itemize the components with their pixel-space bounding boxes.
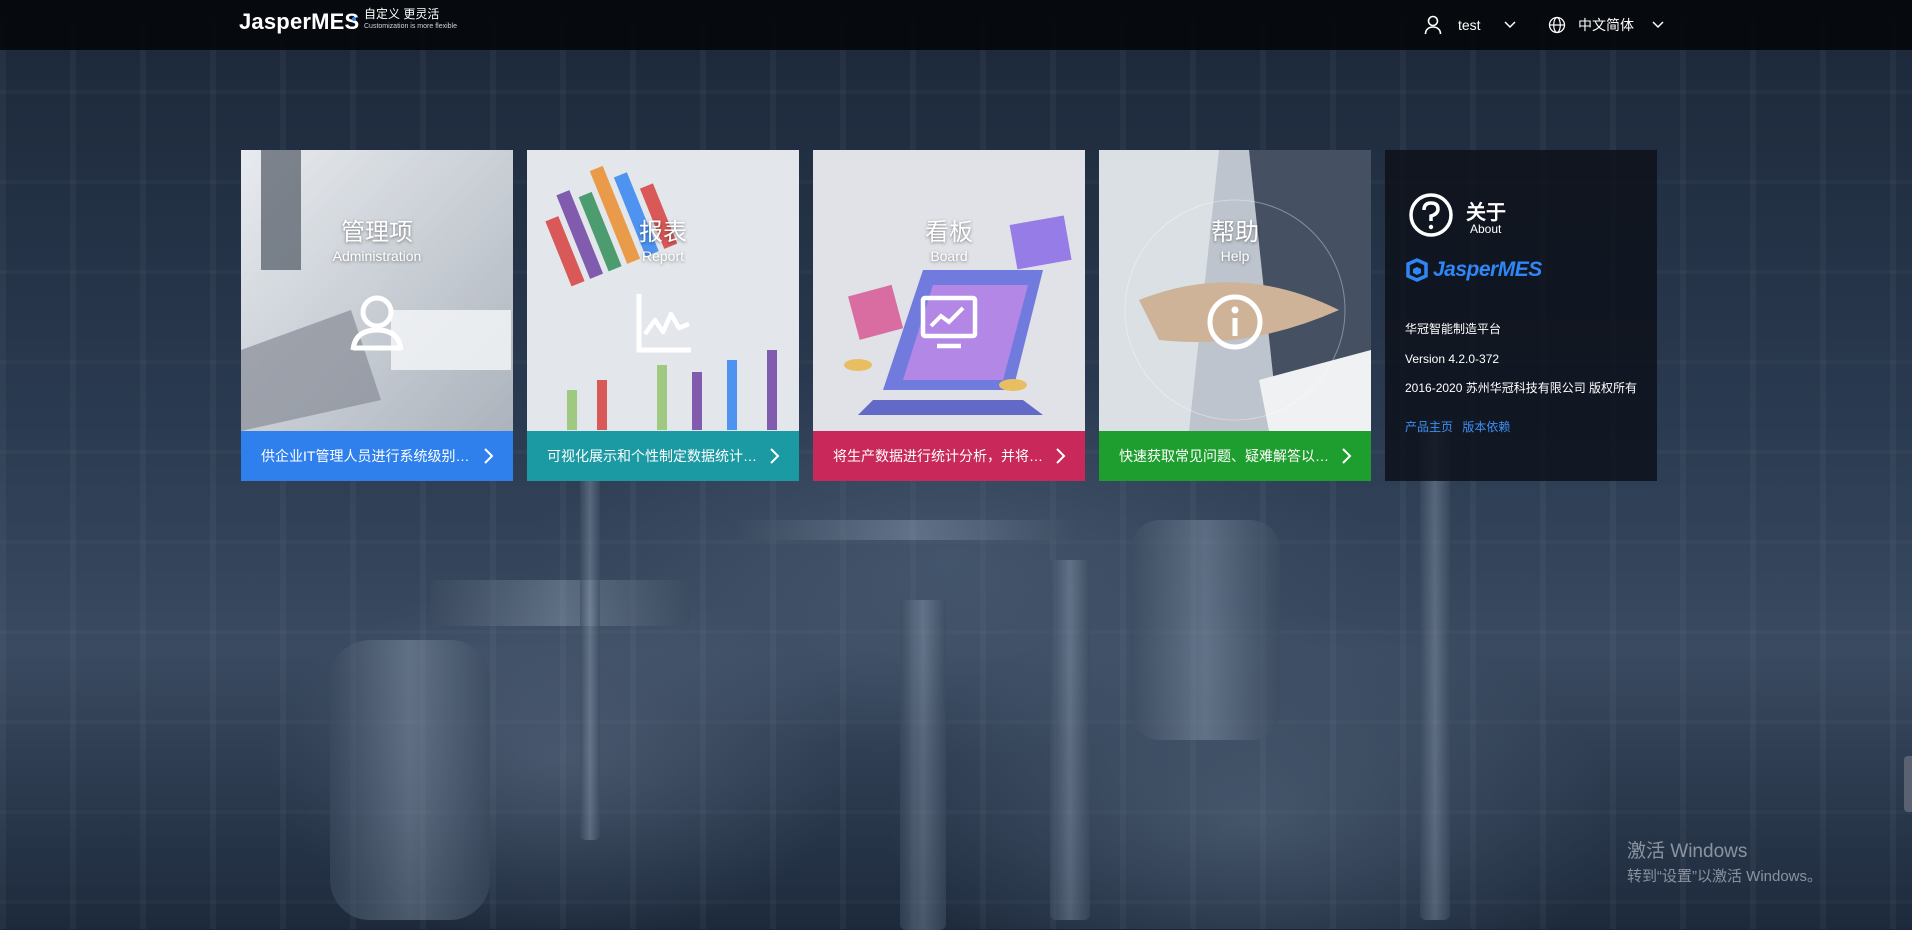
chevron-right-icon [1056, 448, 1066, 464]
tagline-sub: Customization is more flexible [364, 23, 457, 30]
activation-title: 激活 Windows [1627, 841, 1748, 862]
report-card[interactable]: 报表 Report 可视化展示和个性制定数据统计… [527, 150, 799, 481]
chevron-right-icon [1342, 448, 1352, 464]
chevron-right-icon [770, 448, 780, 464]
about-links: 产品主页 版本依赖 [1405, 418, 1516, 435]
admin-card-description: 供企业IT管理人员进行系统级别管理 [261, 448, 471, 464]
user-icon [1424, 15, 1442, 35]
logo-dot [352, 17, 356, 21]
user-menu[interactable]: test [1424, 12, 1516, 38]
monitor-chart-icon [920, 295, 978, 349]
product-home-link[interactable]: 产品主页 [1405, 420, 1453, 434]
board-card-description: 将生产数据进行统计分析，并将… [833, 448, 1043, 464]
activation-message: 转到“设置”以激活 Windows。 [1627, 868, 1823, 885]
board-card-bar[interactable]: 将生产数据进行统计分析，并将… [813, 431, 1085, 481]
question-icon [1409, 193, 1453, 237]
admin-card-subtitle: Administration [332, 248, 422, 264]
chevron-down-icon [1504, 21, 1516, 29]
version-deps-link[interactable]: 版本依赖 [1462, 420, 1510, 434]
copyright-text: 2016-2020 苏州华冠科技有限公司 版权所有 [1405, 381, 1638, 395]
report-card-bar[interactable]: 可视化展示和个性制定数据统计… [527, 431, 799, 481]
report-card-subtitle: Report [641, 248, 685, 264]
about-title: 关于 [1466, 202, 1506, 224]
windows-activation-notice: 激活 Windows 转到“设置”以激活 Windows。 [1627, 836, 1822, 886]
report-card-title: 报表 [639, 219, 687, 246]
user-name: test [1458, 17, 1481, 33]
board-card-subtitle: Board [930, 248, 968, 264]
brand-logo: JasperMES [1405, 258, 1542, 282]
help-card[interactable]: 帮助 Help 快速获取常见问题、疑难解答以… [1099, 150, 1371, 481]
board-card-title: 看板 [925, 219, 973, 246]
globe-icon [1548, 16, 1566, 34]
help-card-title: 帮助 [1211, 219, 1259, 246]
brand-name: JasperMES [1433, 258, 1542, 281]
language-menu[interactable]: 中文简体 [1548, 12, 1664, 38]
logo[interactable]: JasperMES [239, 9, 359, 35]
chart-line-icon [636, 294, 691, 353]
help-card-description: 快速获取常见问题、疑难解答以… [1119, 448, 1329, 464]
side-handle[interactable] [1904, 756, 1912, 812]
admin-card-bar[interactable]: 供企业IT管理人员进行系统级别管理 [241, 431, 513, 481]
info-icon [1207, 294, 1263, 350]
about-subtitle: About [1470, 222, 1502, 236]
user-icon [350, 295, 404, 351]
report-card-description: 可视化展示和个性制定数据统计… [547, 448, 757, 464]
help-card-bar[interactable]: 快速获取常见问题、疑难解答以… [1099, 431, 1371, 481]
chevron-right-icon [484, 448, 494, 464]
about-panel: 关于 About JasperMES 华冠智能制造平台 Version 4.2.… [1385, 150, 1657, 481]
tagline: 自定义 更灵活 [364, 7, 440, 21]
top-bar: JasperMES 自定义 更灵活 Customization is more … [0, 0, 1912, 50]
platform-name: 华冠智能制造平台 [1405, 322, 1502, 336]
chevron-down-icon [1652, 21, 1664, 29]
help-card-subtitle: Help [1220, 248, 1250, 264]
admin-card[interactable]: 管理项 Administration 供企业IT管理人员进行系统级别管理 [241, 150, 513, 481]
admin-card-title: 管理项 [341, 219, 413, 246]
brand-mark-icon [1406, 258, 1428, 282]
board-card[interactable]: 看板 Board 将生产数据进行统计分析，并将… [813, 150, 1085, 481]
language-label: 中文简体 [1578, 17, 1634, 33]
version-text: Version 4.2.0-372 [1405, 352, 1500, 366]
